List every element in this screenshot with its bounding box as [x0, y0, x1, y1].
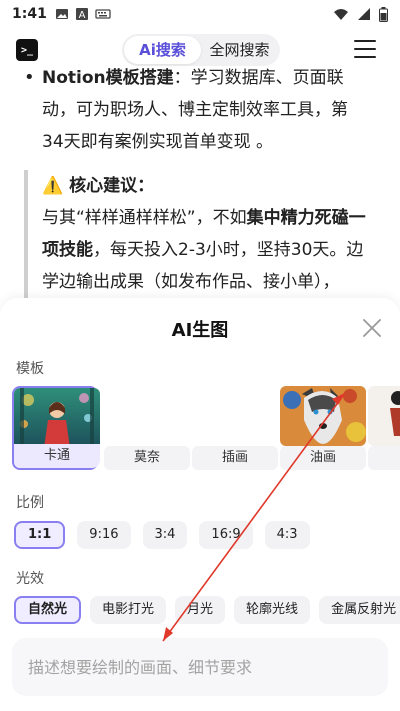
template-label: 油画	[280, 446, 366, 470]
tab-ai-search[interactable]: Ai搜索	[124, 36, 201, 64]
template-thumbnail	[368, 386, 400, 446]
close-icon[interactable]	[362, 318, 382, 338]
signal-icon	[358, 8, 370, 20]
bullet-dot: •	[24, 67, 35, 88]
bullet-title: Notion模板搭建	[42, 68, 174, 88]
quote-text: 与其“样样通样样松”，不如	[42, 208, 247, 228]
template-label: 莫奈	[104, 446, 190, 470]
ratio-options: 1:1 9:16 3:4 16:9 4:3	[14, 521, 310, 549]
quote-emphasis: 项技能	[42, 240, 93, 260]
light-rim[interactable]: 轮廓光线	[234, 596, 311, 624]
bullet-text: ：学习数据库、页面联	[173, 68, 344, 88]
light-section-label: 光效	[16, 571, 44, 587]
oil-painting-thumbnail	[280, 386, 366, 446]
sheet-title: AI生图	[171, 320, 229, 341]
quote-text: 学边输出成果（如发布作品、接小单），	[42, 272, 340, 292]
ratio-9-16[interactable]: 9:16	[77, 521, 131, 549]
template-label: 卡通	[14, 444, 100, 468]
hamburger-menu-icon[interactable]	[354, 40, 376, 58]
ratio-4-3[interactable]: 4:3	[264, 521, 310, 549]
prompt-input[interactable]	[12, 638, 388, 696]
gallery-icon	[55, 9, 68, 19]
tab-web-search[interactable]: 全网搜索	[201, 36, 278, 64]
template-monet[interactable]: 莫奈	[104, 386, 190, 470]
quote-text: ，每天投入2-3小时，坚持30天。边	[93, 240, 364, 260]
template-label: 插画	[192, 446, 278, 470]
light-options: 自然光 电影打光 月光 轮廓光线 金属反射光	[14, 596, 400, 624]
wifi-icon	[334, 9, 348, 20]
light-natural[interactable]: 自然光	[14, 596, 82, 624]
light-moonlight[interactable]: 月光	[175, 596, 226, 624]
ai-image-sheet: AI生图 模板 卡通 莫奈 插画 油画 比例 1:1 9:16 3:4 16:9…	[0, 298, 400, 711]
ratio-3-4[interactable]: 3:4	[142, 521, 188, 549]
template-more[interactable]	[368, 386, 400, 470]
a-notification-icon: A	[75, 8, 88, 21]
terminal-logo-icon[interactable]: >_	[16, 39, 38, 61]
template-cartoon[interactable]: 卡通	[12, 386, 100, 470]
quote-emphasis: 集中精力死磕一	[246, 208, 366, 228]
ratio-section-label: 比例	[16, 495, 44, 511]
bullet-text: 34天即有案例实现首单变现 。	[42, 132, 274, 152]
bullet-text: 动，可为职场人、博主定制效率工具，第	[42, 100, 348, 120]
ratio-16-9[interactable]: 16:9	[199, 521, 253, 549]
ratio-1-1[interactable]: 1:1	[14, 521, 66, 549]
status-bar: 1:41 A	[0, 0, 400, 28]
status-time: 1:41	[12, 6, 47, 22]
answer-content: • Notion模板搭建：学习数据库、页面联 动，可为职场人、博主定制效率工具，…	[0, 62, 400, 322]
cartoon-thumbnail	[14, 388, 100, 448]
template-section-label: 模板	[16, 361, 44, 377]
template-oil-painting[interactable]: 油画	[280, 386, 366, 470]
template-label	[368, 446, 400, 470]
keyboard-icon	[95, 9, 111, 19]
template-list: 卡通 莫奈 插画 油画	[12, 386, 400, 474]
battery-icon	[379, 6, 388, 22]
light-metallic[interactable]: 金属反射光	[319, 596, 400, 624]
list-item: • Notion模板搭建：学习数据库、页面联 动，可为职场人、博主定制效率工具，…	[24, 62, 382, 158]
light-cinematic[interactable]: 电影打光	[90, 596, 167, 624]
advice-blockquote: ⚠️ 核心建议： 与其“样样通样样松”，不如集中精力死磕一 项技能，每天投入2-…	[24, 170, 382, 298]
quote-title: ⚠️ 核心建议：	[42, 176, 155, 196]
svg-text:A: A	[78, 10, 85, 21]
template-illustration[interactable]: 插画	[192, 386, 278, 470]
